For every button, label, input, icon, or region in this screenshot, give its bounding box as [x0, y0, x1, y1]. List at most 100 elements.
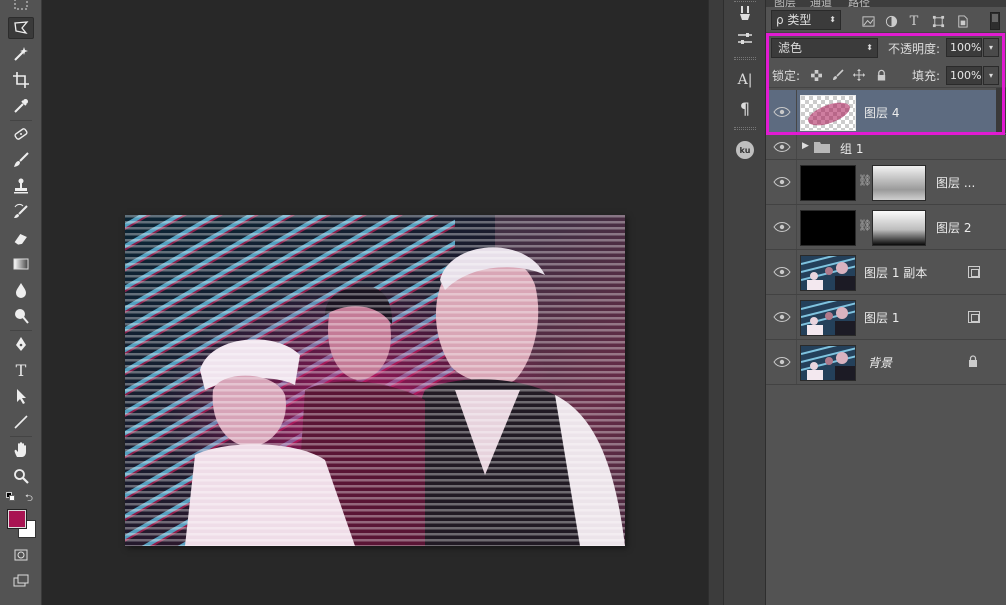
- tab-channels[interactable]: 通道: [810, 0, 832, 7]
- paragraph-panel-icon[interactable]: ¶: [733, 97, 757, 119]
- eraser-icon[interactable]: [8, 227, 34, 249]
- smart-object-icon: [968, 311, 980, 323]
- visibility-eye-icon[interactable]: [773, 221, 791, 233]
- filter-pixel-icon[interactable]: [860, 13, 876, 29]
- layer-name[interactable]: 图层 1 副本: [864, 264, 927, 281]
- layer-row-1[interactable]: 图层 1: [766, 295, 1006, 340]
- filter-smart-object-icon[interactable]: [954, 13, 970, 29]
- lock-transparent-icon[interactable]: [809, 68, 823, 82]
- adjustments-icon[interactable]: [733, 28, 757, 50]
- expand-arrow-icon[interactable]: ▶: [802, 141, 809, 151]
- layer-name[interactable]: 背景: [868, 354, 892, 371]
- ku-plugin-icon[interactable]: ku: [733, 139, 757, 161]
- fill-dropdown-icon[interactable]: ▾: [983, 66, 999, 85]
- layer-thumbnail: [800, 210, 856, 246]
- layer-filter-bar: ρ 类型 ⬍ T: [766, 7, 1006, 33]
- fill-label: 填充:: [912, 69, 941, 83]
- spot-healing-icon[interactable]: [8, 123, 34, 145]
- gradient-icon[interactable]: [8, 253, 34, 275]
- dodge-icon[interactable]: [8, 305, 34, 327]
- opacity-dropdown-icon[interactable]: ▾: [983, 38, 999, 57]
- zoom-icon[interactable]: [8, 465, 34, 487]
- lock-label: 锁定:: [772, 69, 801, 83]
- swap-colors-icon[interactable]: ⮌: [25, 491, 33, 508]
- blend-mode-value: 滤色: [778, 41, 803, 55]
- mask-link-icon[interactable]: ⛓: [858, 219, 872, 235]
- filter-type-icon[interactable]: T: [906, 13, 922, 29]
- fill-input[interactable]: 100%: [946, 66, 982, 85]
- filter-kind-label: ρ 类型: [776, 13, 812, 27]
- layer-name[interactable]: 图层 ...: [936, 174, 975, 191]
- visibility-eye-icon[interactable]: [773, 106, 791, 118]
- layer-row-4[interactable]: 图层 4: [766, 90, 1006, 135]
- crop-icon[interactable]: [8, 69, 34, 91]
- layer-row-1-copy[interactable]: 图层 1 副本: [766, 250, 1006, 295]
- lock-image-icon[interactable]: [831, 68, 845, 82]
- eyedropper-icon[interactable]: [8, 95, 34, 117]
- layer-mask-thumbnail[interactable]: [872, 210, 926, 246]
- screen-mode-icon[interactable]: [8, 570, 34, 592]
- document-canvas[interactable]: [42, 0, 708, 605]
- blend-mode-select[interactable]: 滤色 ⬍: [771, 38, 878, 58]
- select-arrows-icon: ⬍: [829, 15, 836, 24]
- layer-thumbnail: [800, 300, 856, 336]
- panel-divider[interactable]: [708, 0, 724, 605]
- smart-object-icon: [968, 266, 980, 278]
- brush-icon[interactable]: [8, 149, 34, 171]
- blur-icon[interactable]: [8, 279, 34, 301]
- layer-row-3[interactable]: ⛓ 图层 ...: [766, 160, 1006, 205]
- visibility-eye-icon[interactable]: [773, 141, 791, 153]
- layer-row-2[interactable]: ⛓ 图层 2: [766, 205, 1006, 250]
- layer-group-row[interactable]: ▶ 组 1: [766, 135, 1006, 160]
- select-arrows-icon: ⬍: [866, 43, 873, 52]
- blend-options-row: 滤色 ⬍ 不透明度: 100% ▾: [766, 36, 1006, 60]
- layer-row-background[interactable]: 背景: [766, 340, 1006, 385]
- document-image: [125, 215, 625, 546]
- visibility-eye-icon[interactable]: [773, 176, 791, 188]
- tool-presets-icon[interactable]: [733, 2, 757, 24]
- foreground-color-swatch[interactable]: [8, 510, 26, 528]
- pen-icon[interactable]: [8, 333, 34, 355]
- line-icon[interactable]: [8, 411, 34, 433]
- photoshop-window: T ⮌ A| ¶ ku 图层 通道 路径 ρ 类型 ⬍ T 滤色 ⬍ 不透明度:…: [0, 0, 1006, 605]
- filter-shape-icon[interactable]: [930, 13, 946, 29]
- layer-thumbnail: [800, 255, 856, 291]
- magic-wand-icon[interactable]: [8, 43, 34, 65]
- tab-paths[interactable]: 路径: [848, 0, 870, 7]
- history-brush-icon[interactable]: [8, 201, 34, 223]
- opacity-label: 不透明度:: [888, 42, 941, 56]
- visibility-eye-icon[interactable]: [773, 266, 791, 278]
- marquee-icon[interactable]: [8, 0, 34, 14]
- opacity-input[interactable]: 100%: [946, 38, 982, 57]
- layer-thumbnail: [800, 165, 856, 201]
- layer-thumbnail: [800, 345, 856, 381]
- default-colors-icon[interactable]: [6, 492, 16, 502]
- filter-toggle[interactable]: [990, 12, 1000, 30]
- lock-icon: [969, 355, 977, 367]
- lock-position-icon[interactable]: [852, 68, 866, 82]
- filter-adjustment-icon[interactable]: [883, 13, 899, 29]
- hand-icon[interactable]: [8, 439, 34, 461]
- path-selection-icon[interactable]: [8, 385, 34, 407]
- character-panel-icon[interactable]: A|: [733, 69, 757, 91]
- folder-icon: [814, 142, 830, 153]
- quick-mask-icon[interactable]: [8, 544, 34, 566]
- layer-name[interactable]: 图层 1: [864, 309, 899, 326]
- lock-all-icon[interactable]: [874, 68, 888, 82]
- type-icon[interactable]: T: [8, 359, 34, 381]
- tools-panel: T ⮌: [0, 0, 42, 605]
- filter-kind-select[interactable]: ρ 类型 ⬍: [771, 10, 841, 30]
- layer-name[interactable]: 图层 4: [864, 104, 899, 121]
- visibility-eye-icon[interactable]: [773, 311, 791, 323]
- tab-layers[interactable]: 图层: [774, 0, 796, 7]
- glitch-photo: [125, 215, 625, 546]
- layer-name[interactable]: 组 1: [840, 140, 863, 157]
- layers-scrollbar[interactable]: [996, 88, 1006, 133]
- mask-link-icon[interactable]: ⛓: [858, 174, 872, 190]
- visibility-eye-icon[interactable]: [773, 356, 791, 368]
- panel-tabs: 图层 通道 路径: [766, 0, 1006, 7]
- clone-stamp-icon[interactable]: [8, 175, 34, 197]
- polygonal-lasso-icon[interactable]: [8, 17, 34, 39]
- layer-name[interactable]: 图层 2: [936, 219, 971, 236]
- layer-mask-thumbnail[interactable]: [872, 165, 926, 201]
